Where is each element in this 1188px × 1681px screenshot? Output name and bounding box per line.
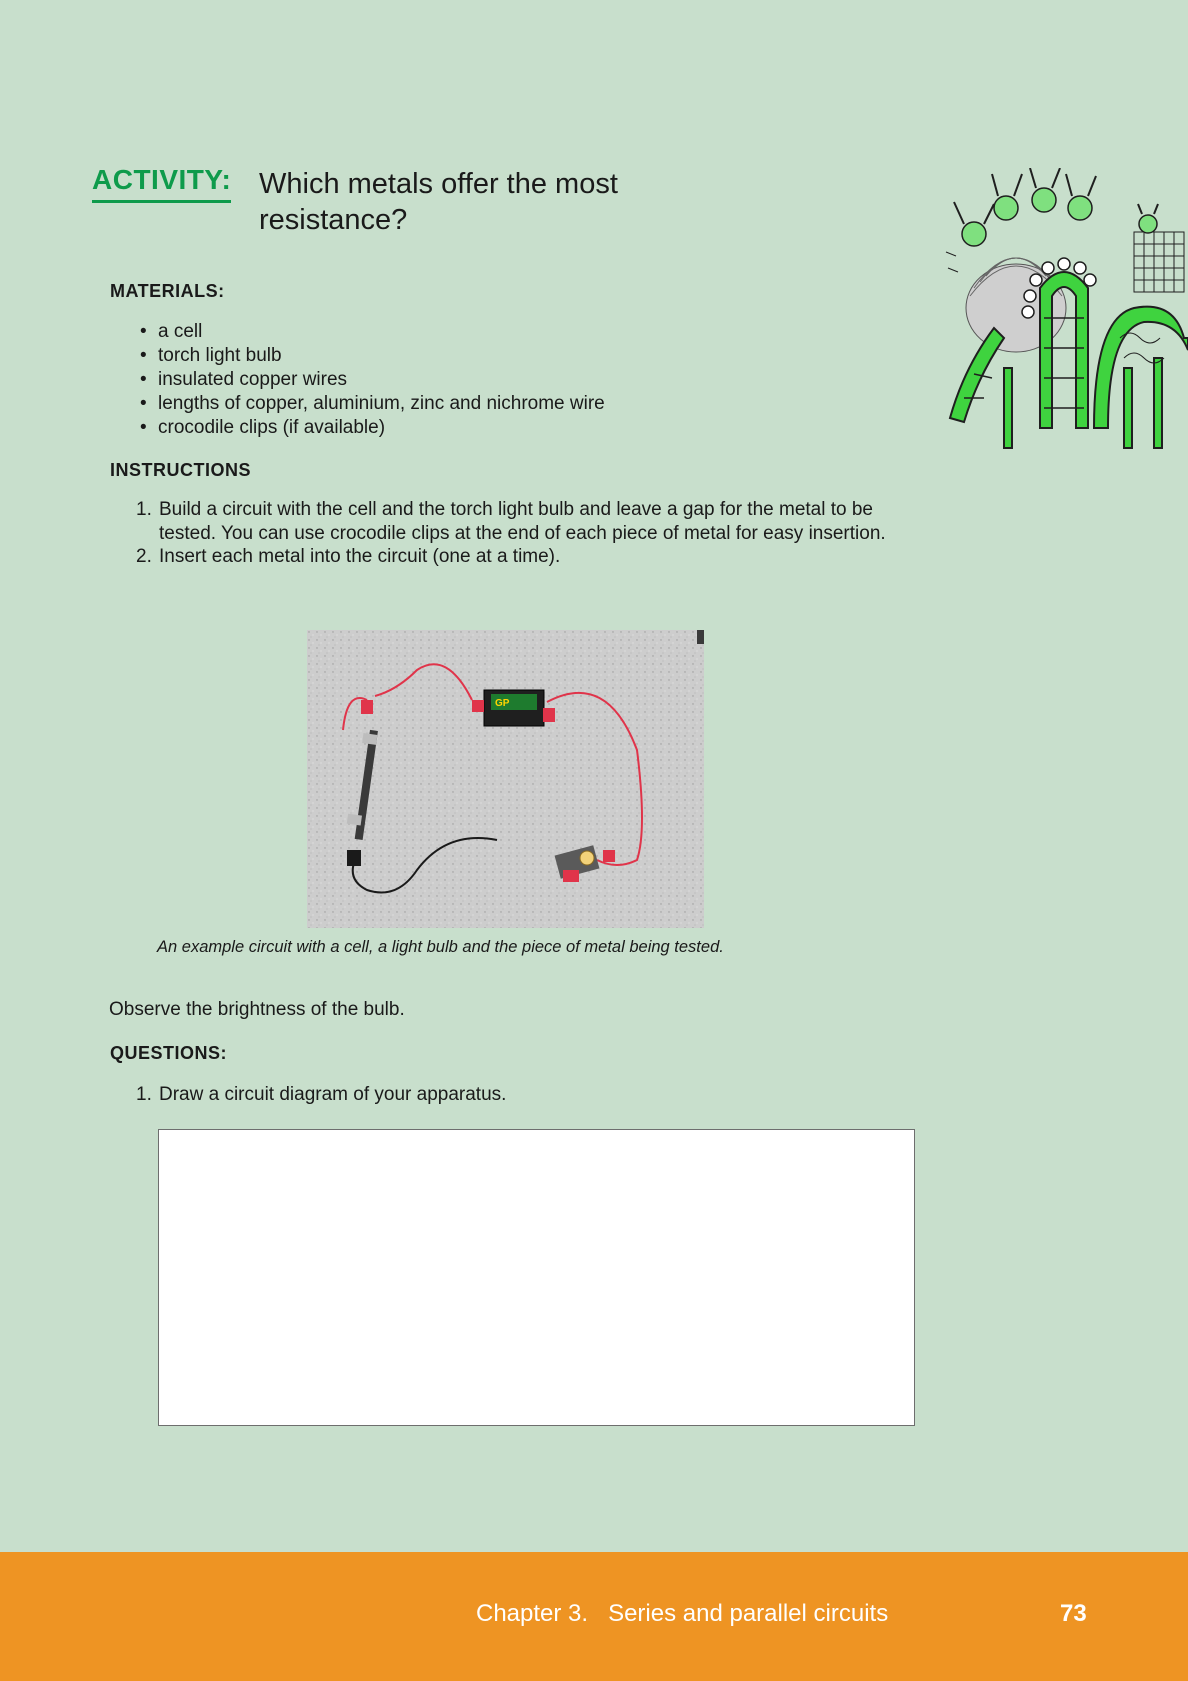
step-text: Insert each metal into the circuit (one … bbox=[159, 546, 561, 567]
list-item: 2. Insert each metal into the circuit (o… bbox=[130, 545, 910, 569]
list-item: torch light bulb bbox=[138, 344, 605, 368]
list-item: crocodile clips (if available) bbox=[138, 416, 605, 440]
step-number: 2. bbox=[136, 546, 152, 567]
questions-heading: QUESTIONS: bbox=[110, 1043, 228, 1063]
activity-title: Which metals offer the most resistance? bbox=[259, 168, 618, 236]
page-number: 73 bbox=[1060, 1600, 1087, 1627]
circuit-photo: GP bbox=[307, 630, 704, 928]
materials-heading: MATERIALS: bbox=[110, 281, 225, 301]
question-number: 1. bbox=[136, 1084, 152, 1105]
roller-coaster-illustration bbox=[944, 167, 1188, 458]
battery-brand: GP bbox=[495, 698, 510, 709]
list-item: insulated copper wires bbox=[138, 368, 605, 392]
observe-text: Observe the brightness of the bulb. bbox=[109, 999, 405, 1020]
question-text: Draw a circuit diagram of your apparatus… bbox=[159, 1084, 507, 1105]
step-number: 1. bbox=[136, 499, 152, 520]
list-item: 1. Draw a circuit diagram of your appara… bbox=[130, 1083, 910, 1107]
list-item: lengths of copper, aluminium, zinc and n… bbox=[138, 392, 605, 416]
chapter-title: Chapter 3. Series and parallel circuits bbox=[476, 1600, 889, 1627]
instructions-heading: INSTRUCTIONS bbox=[110, 460, 251, 480]
page-footer: Chapter 3. Series and parallel circuits … bbox=[0, 1552, 1188, 1681]
activity-label: ACTIVITY: bbox=[92, 164, 232, 203]
materials-list: a cell torch light bulb insulated copper… bbox=[138, 320, 605, 440]
instructions-list: 1. Build a circuit with the cell and the… bbox=[130, 498, 910, 569]
list-item: 1. Build a circuit with the cell and the… bbox=[130, 498, 910, 545]
figure-caption: An example circuit with a cell, a light … bbox=[157, 938, 724, 956]
questions-list: 1. Draw a circuit diagram of your appara… bbox=[130, 1083, 910, 1107]
step-text: Build a circuit with the cell and the to… bbox=[159, 499, 886, 544]
list-item: a cell bbox=[138, 320, 605, 344]
answer-drawing-box[interactable] bbox=[158, 1129, 915, 1426]
